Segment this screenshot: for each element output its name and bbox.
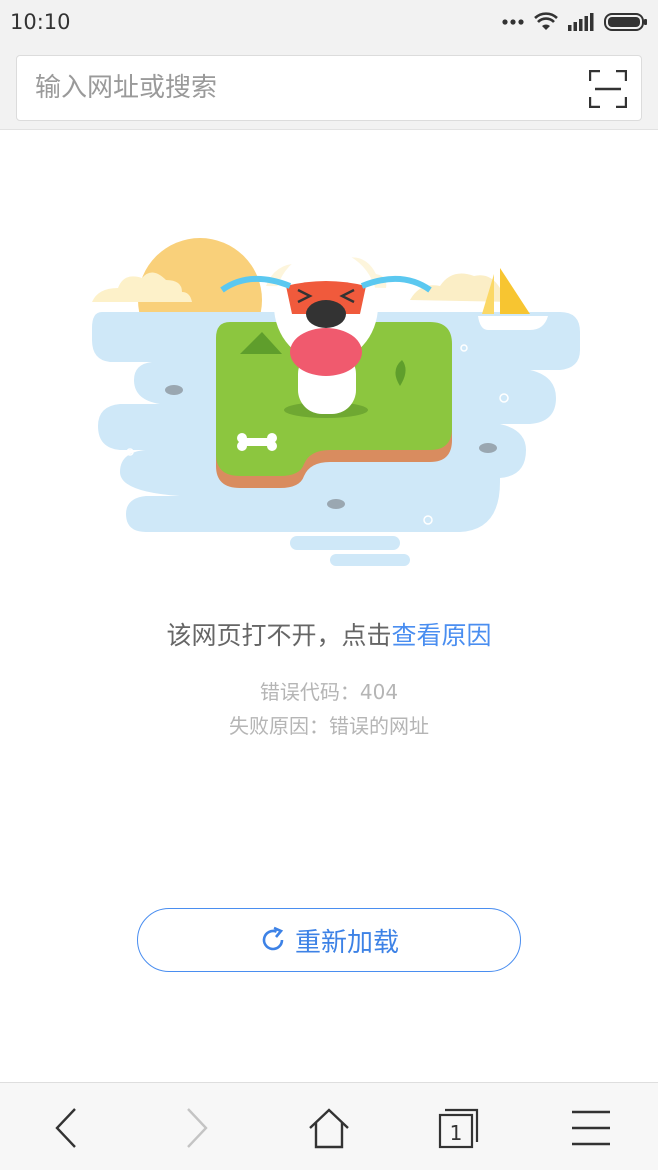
- bottom-nav: 1: [0, 1082, 658, 1170]
- signal-icon: [568, 13, 594, 31]
- home-button[interactable]: [304, 1103, 354, 1153]
- scan-icon: [588, 69, 628, 109]
- dots-icon: [502, 19, 524, 25]
- tabs-button[interactable]: 1: [434, 1103, 484, 1153]
- menu-icon: [572, 1110, 610, 1146]
- home-icon: [309, 1108, 349, 1149]
- error-reason: 失败原因：错误的网址: [229, 714, 429, 738]
- status-bar: 10:10: [0, 0, 658, 44]
- reload-button[interactable]: 重新加载: [137, 908, 521, 972]
- forward-button[interactable]: [172, 1103, 222, 1153]
- back-button[interactable]: [41, 1103, 91, 1153]
- tab-count: 1: [450, 1121, 463, 1145]
- wifi-icon: [534, 12, 558, 30]
- error-title-text: 该网页打不开，点击: [166, 621, 392, 650]
- address-box[interactable]: [16, 55, 642, 121]
- scan-button[interactable]: [588, 69, 628, 109]
- menu-button[interactable]: [566, 1103, 616, 1153]
- rock-shape: [165, 385, 183, 395]
- chevron-left-icon: [55, 1108, 76, 1148]
- refresh-icon: [262, 926, 284, 951]
- battery-icon: [604, 13, 647, 31]
- error-title: 该网页打不开，点击查看原因: [0, 616, 658, 652]
- address-bar: [0, 44, 658, 130]
- tabs-icon: 1: [438, 1108, 479, 1149]
- status-time: 10:10: [10, 10, 71, 34]
- chevron-right-icon: [187, 1108, 208, 1148]
- error-illustration: [92, 238, 580, 566]
- sailboat-shape: [500, 268, 530, 314]
- reload-label: 重新加载: [294, 927, 399, 958]
- error-code: 错误代码：404: [259, 680, 399, 704]
- view-reason-link[interactable]: 查看原因: [392, 621, 492, 650]
- status-icons: [502, 9, 648, 35]
- address-input[interactable]: [35, 56, 555, 120]
